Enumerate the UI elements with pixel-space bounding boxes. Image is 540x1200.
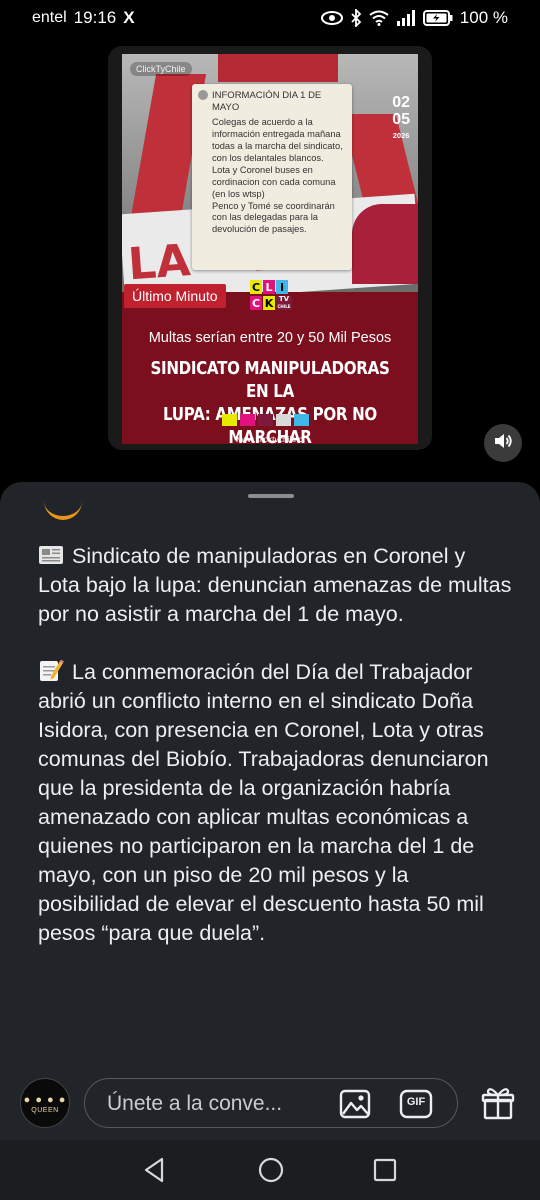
status-bar: entel 19:16 X 100 % xyxy=(0,0,540,36)
eye-icon xyxy=(320,11,343,25)
memo-icon xyxy=(38,658,64,681)
logo-letter: K xyxy=(263,296,275,310)
red-flag xyxy=(352,204,418,284)
swatch xyxy=(258,414,273,426)
carrier-label: entel xyxy=(32,9,67,26)
watermark: ClickTyChile xyxy=(130,62,192,76)
note-body: Colegas de acuerdo a la información entr… xyxy=(212,117,343,235)
home-icon[interactable] xyxy=(256,1156,286,1184)
comment-input[interactable]: Únete a la conve... GIF xyxy=(84,1078,458,1128)
speaker-icon xyxy=(493,432,513,455)
logo-letter: C xyxy=(250,296,262,310)
clicktv-logo: C L I C K TV CHILE xyxy=(250,280,294,314)
gif-button[interactable]: GIF xyxy=(399,1088,433,1120)
date-month: 05 xyxy=(392,111,410,128)
ultimo-minuto-tag: Último Minuto xyxy=(124,284,226,308)
recents-icon[interactable] xyxy=(370,1156,400,1184)
bluetooth-icon xyxy=(350,9,362,27)
whatsapp-note: INFORMACIÓN DIA 1 DE MAYO Colegas de acu… xyxy=(192,84,352,270)
drag-handle[interactable] xyxy=(248,494,294,498)
post-paragraph-2: La conmemoración del Día del Trabajador … xyxy=(38,658,512,948)
avatar-figures: ● ● ● ● xyxy=(23,1093,67,1106)
gif-label: GIF xyxy=(406,1096,426,1108)
headline-line1: SINDICATO MANIPULADORAS EN LA xyxy=(150,358,390,402)
media-card[interactable]: LA DIG ClickTyChile INFORMACIÓN DIA 1 DE… xyxy=(108,46,432,450)
swatch xyxy=(240,414,255,426)
back-icon[interactable] xyxy=(140,1156,170,1184)
red-flag xyxy=(218,54,338,82)
date-day: 02 xyxy=(392,94,410,111)
logo-letter: L xyxy=(263,280,275,294)
swatch xyxy=(276,414,291,426)
image-upload-icon[interactable] xyxy=(339,1088,371,1120)
gift-icon[interactable] xyxy=(480,1086,516,1122)
system-nav-bar xyxy=(0,1140,540,1200)
swatch xyxy=(294,414,309,426)
battery-percent: 100 % xyxy=(459,8,508,27)
subheadline: Multas serían entre 20 y 50 Mil Pesos xyxy=(148,330,392,346)
headline: SINDICATO MANIPULADORAS EN LA LUPA: AMEN… xyxy=(146,357,395,444)
post-sheet: Sindicato de manipuladoras en Coronel y … xyxy=(0,482,540,1140)
comment-placeholder[interactable]: Únete a la conve... xyxy=(107,1092,282,1116)
news-image: LA DIG ClickTyChile INFORMACIÓN DIA 1 DE… xyxy=(122,54,418,444)
media-area: LA DIG ClickTyChile INFORMACIÓN DIA 1 DE… xyxy=(0,36,540,482)
comment-composer: ● ● ● ● QUEEN Únete a la conve... GIF xyxy=(0,1068,540,1140)
date-year: 2026 xyxy=(392,131,410,140)
avatar-label: QUEEN xyxy=(31,1106,59,1114)
note-avatar xyxy=(198,90,208,100)
color-swatches xyxy=(222,414,309,426)
post-paragraph-1: Sindicato de manipuladoras en Coronel y … xyxy=(38,542,512,629)
logo-letter: C xyxy=(250,280,262,294)
post-paragraph-1-text: Sindicato de manipuladoras en Coronel y … xyxy=(38,544,512,626)
clock: 19:16 xyxy=(73,8,117,27)
post-paragraph-2-text: La conmemoración del Día del Trabajador … xyxy=(38,660,489,945)
note-title: INFORMACIÓN DIA 1 DE MAYO xyxy=(212,90,322,114)
wifi-icon xyxy=(369,10,389,26)
logo-letter: I xyxy=(276,280,288,294)
battery-icon xyxy=(422,10,453,26)
status-left: entel 19:16 X xyxy=(32,8,135,28)
date-box: 02 05 2026 xyxy=(392,94,410,140)
volume-button[interactable] xyxy=(484,424,522,462)
post-body: Sindicato de manipuladoras en Coronel y … xyxy=(38,542,512,977)
swatch xyxy=(222,414,237,426)
newspaper-icon xyxy=(38,544,64,566)
avatar[interactable]: ● ● ● ● QUEEN xyxy=(20,1078,70,1128)
x-notification-icon: X xyxy=(123,8,135,27)
logo-tv-text: TV xyxy=(278,295,290,303)
signal-icon xyxy=(396,10,416,26)
status-right: 100 % xyxy=(320,8,508,28)
profile-ring-peek xyxy=(44,496,82,520)
website-url: www.clicktvchile.cl xyxy=(235,434,305,444)
logo-tv: TV CHILE xyxy=(276,296,292,310)
logo-country: CHILE xyxy=(277,304,291,309)
